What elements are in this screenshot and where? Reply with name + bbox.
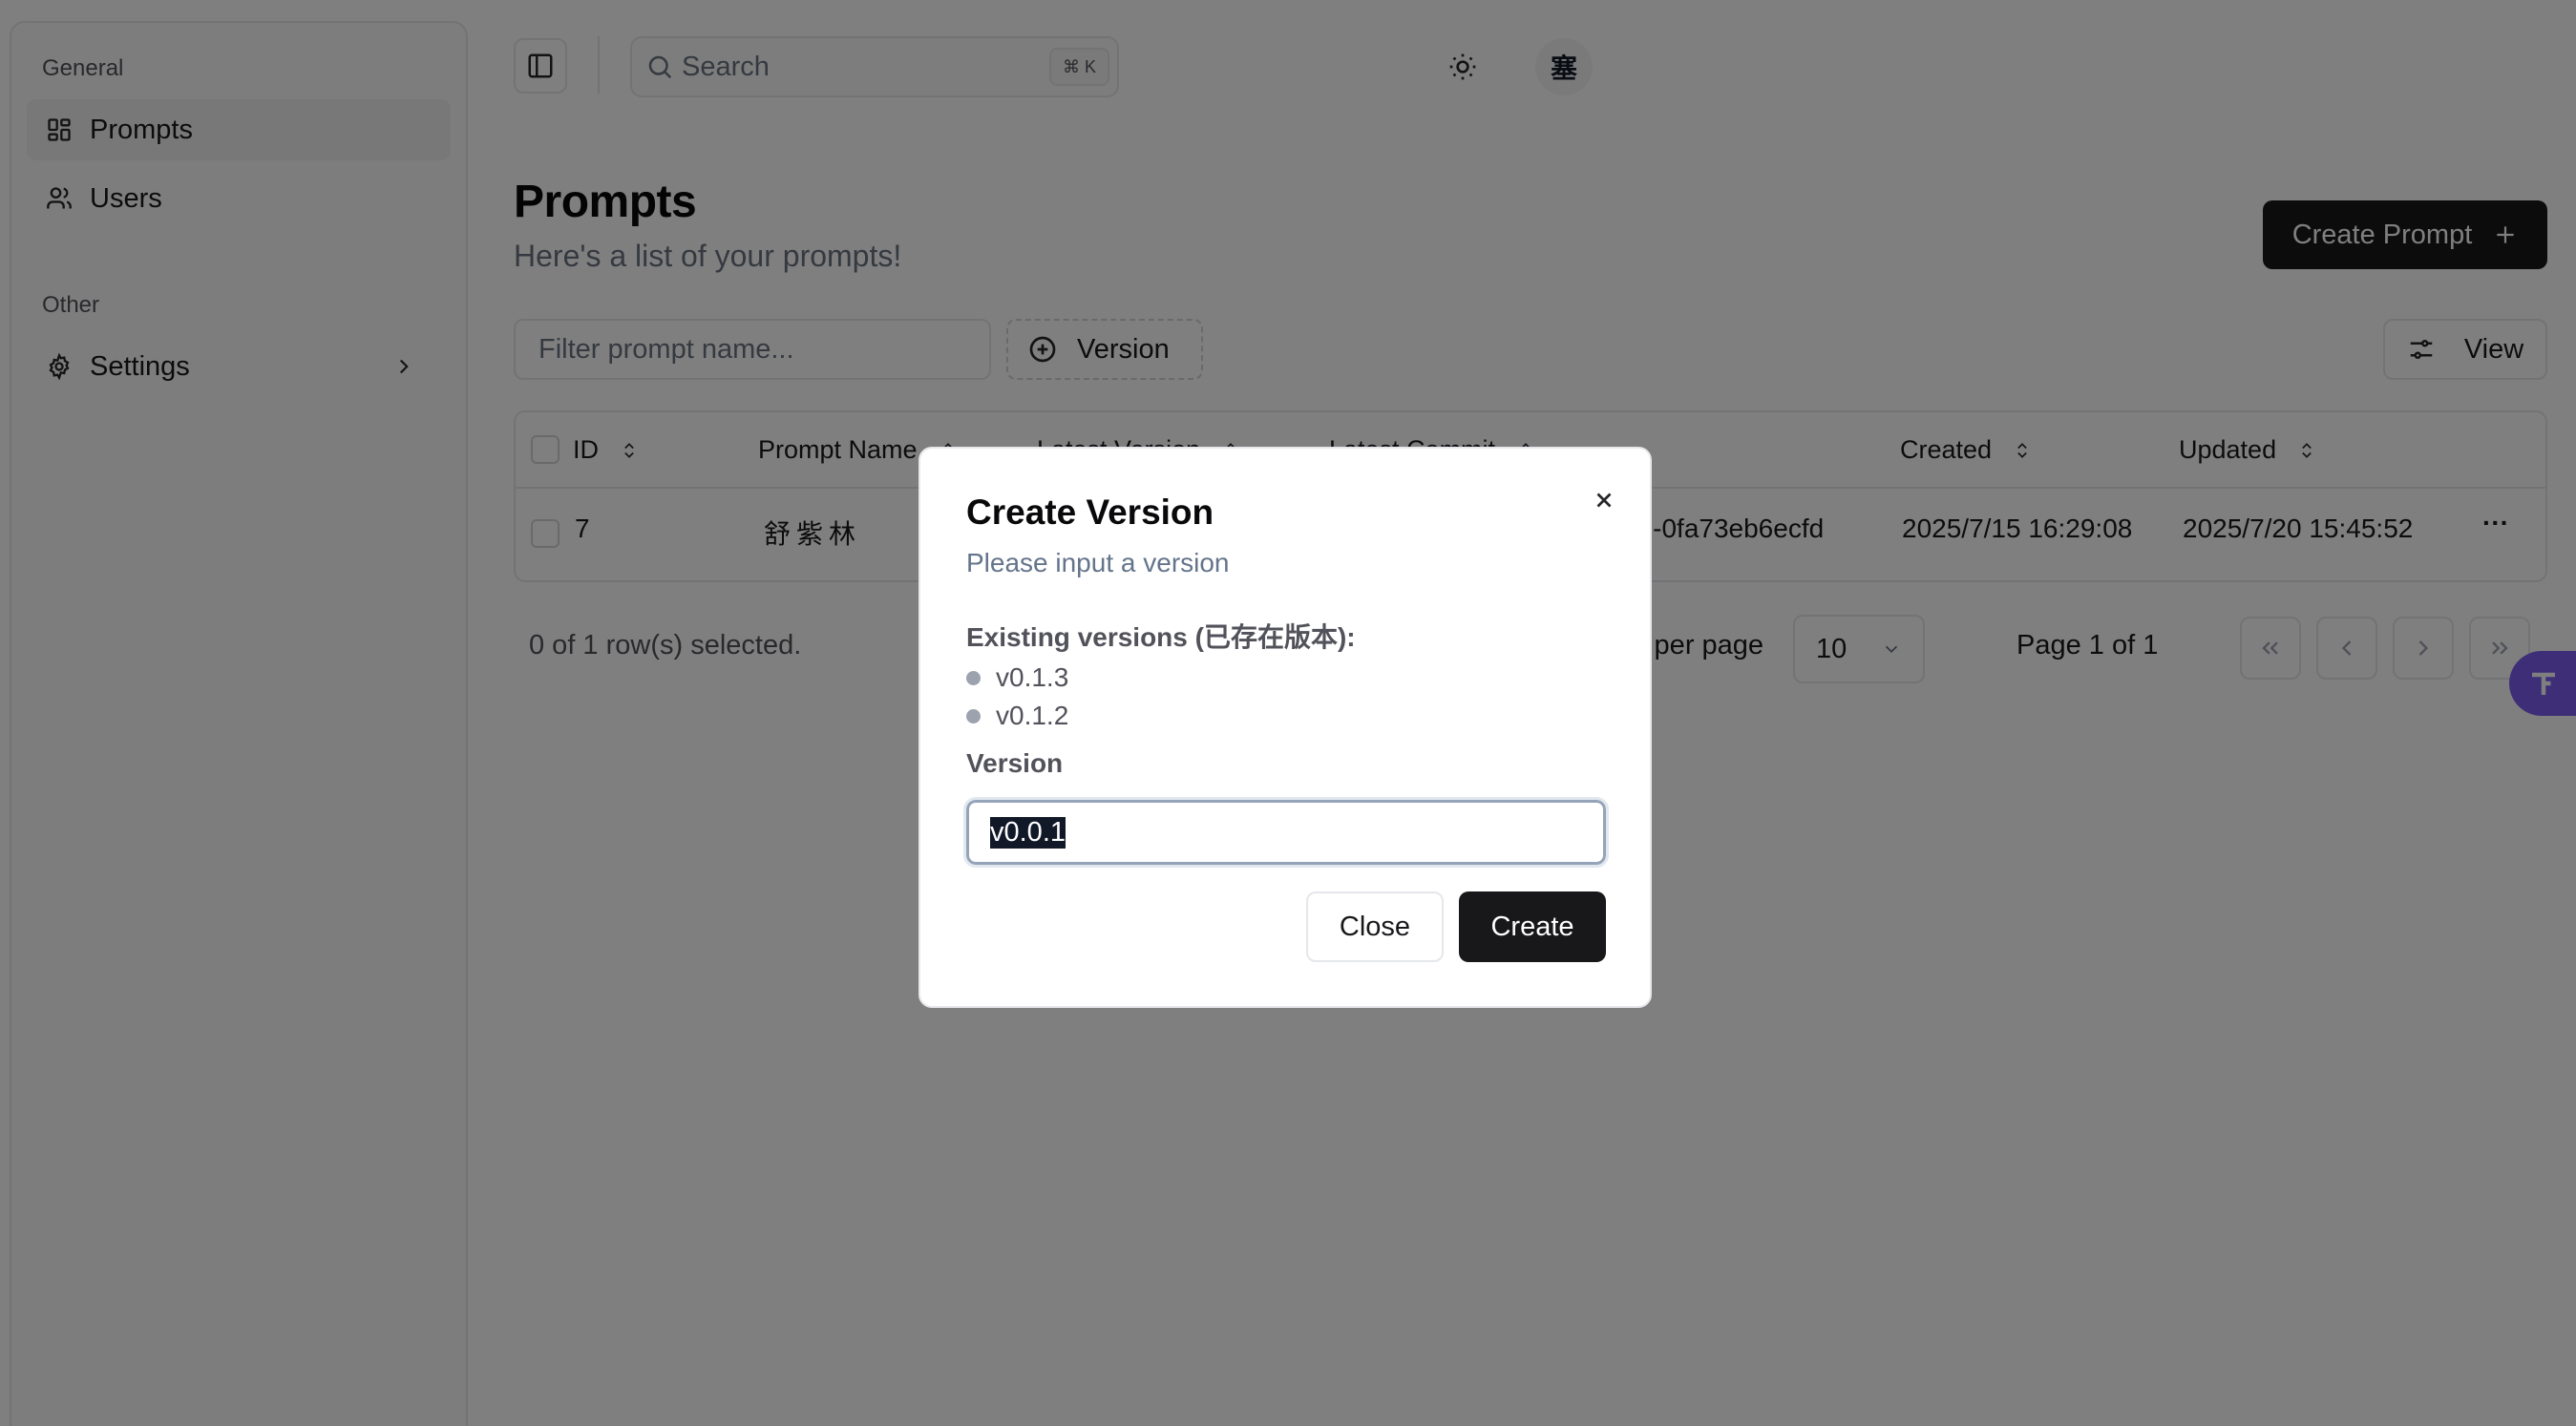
dialog-description: Please input a version [966,548,1230,577]
close-icon [1596,493,1612,508]
existing-versions-label: Existing versions (已存在版本): [966,622,1356,652]
version-field-label: Version [966,748,1064,778]
dialog-close-button[interactable] [1585,481,1623,519]
version-input[interactable] [963,797,1609,868]
bullet-icon [966,708,981,723]
close-button[interactable]: Close [1306,891,1444,962]
create-button[interactable]: Create [1459,891,1606,962]
existing-version-text: v0.1.3 [996,662,1069,692]
existing-version-text: v0.1.2 [996,701,1069,730]
bullet-icon [966,670,981,685]
create-version-dialog: Create Version Please input a version Ex… [918,447,1652,1008]
existing-version-item: v0.1.2 [966,701,1068,731]
existing-version-item: v0.1.3 [966,662,1068,693]
dialog-title: Create Version [966,493,1214,532]
